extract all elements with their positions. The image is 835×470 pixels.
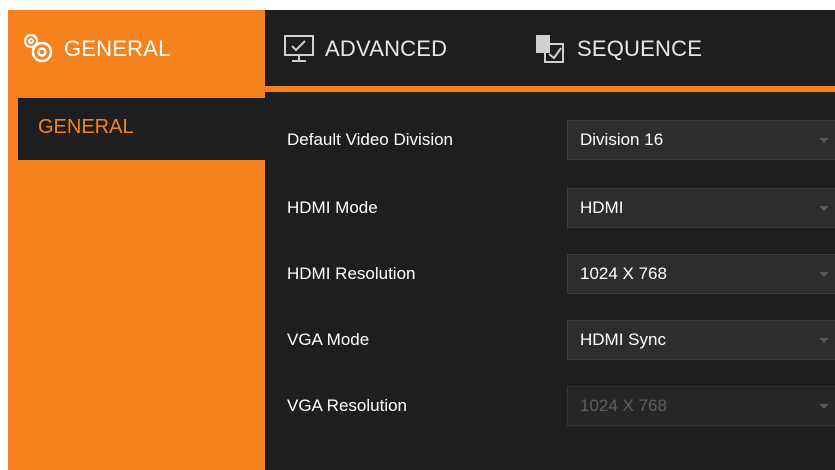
tab-general[interactable]: GENERAL: [8, 10, 265, 88]
settings-panel: Default Video Division Division 16 HDMI …: [265, 92, 835, 470]
tab-advanced[interactable]: ADVANCED: [283, 10, 447, 88]
sidebar-item-general[interactable]: GENERAL: [18, 98, 265, 160]
select-value: HDMI Sync: [580, 330, 666, 349]
setting-row-vga-mode: VGA Mode: [287, 320, 567, 360]
tab-bar: GENERAL ADVANCED SEQUENCE: [8, 10, 835, 88]
monitor-icon: [283, 34, 315, 64]
chevron-down-icon: [819, 206, 829, 211]
select-value: Division 16: [580, 130, 664, 149]
chevron-down-icon: [819, 138, 829, 143]
gears-icon: [22, 32, 56, 66]
select-value: 1024 X 768: [580, 264, 667, 283]
settings-window: GENERAL ADVANCED SEQUENCE GENERAL Defaul…: [0, 0, 835, 470]
setting-label: VGA Mode: [287, 330, 370, 349]
tab-sequence[interactable]: SEQUENCE: [533, 10, 702, 88]
chevron-down-icon: [819, 272, 829, 277]
chevron-down-icon: [819, 338, 829, 343]
setting-row-hdmi-resolution: HDMI Resolution: [287, 254, 567, 294]
hdmi-mode-select[interactable]: HDMI: [567, 188, 835, 228]
sidebar-footer: [8, 430, 265, 470]
select-value: 1024 X 768: [580, 396, 667, 415]
sidebar: GENERAL: [8, 88, 265, 430]
sequence-icon: [533, 32, 567, 66]
tab-advanced-label: ADVANCED: [325, 36, 448, 61]
default-video-division-select[interactable]: Division 16: [567, 120, 835, 160]
vga-resolution-select: 1024 X 768: [567, 386, 835, 426]
setting-row-video-division: Default Video Division: [287, 120, 567, 160]
tab-general-label: GENERAL: [64, 36, 171, 61]
sidebar-item-label: GENERAL: [38, 116, 134, 138]
vga-mode-select[interactable]: HDMI Sync: [567, 320, 835, 360]
setting-row-vga-resolution: VGA Resolution: [287, 386, 567, 426]
chevron-down-icon: [819, 404, 829, 409]
select-value: HDMI: [580, 198, 624, 217]
hdmi-resolution-select[interactable]: 1024 X 768: [567, 254, 835, 294]
setting-label: Default Video Division: [287, 130, 453, 149]
setting-label: VGA Resolution: [287, 396, 408, 415]
setting-label: HDMI Resolution: [287, 264, 416, 283]
setting-row-hdmi-mode: HDMI Mode: [287, 188, 567, 228]
setting-label: HDMI Mode: [287, 198, 378, 217]
tab-sequence-label: SEQUENCE: [577, 36, 703, 61]
